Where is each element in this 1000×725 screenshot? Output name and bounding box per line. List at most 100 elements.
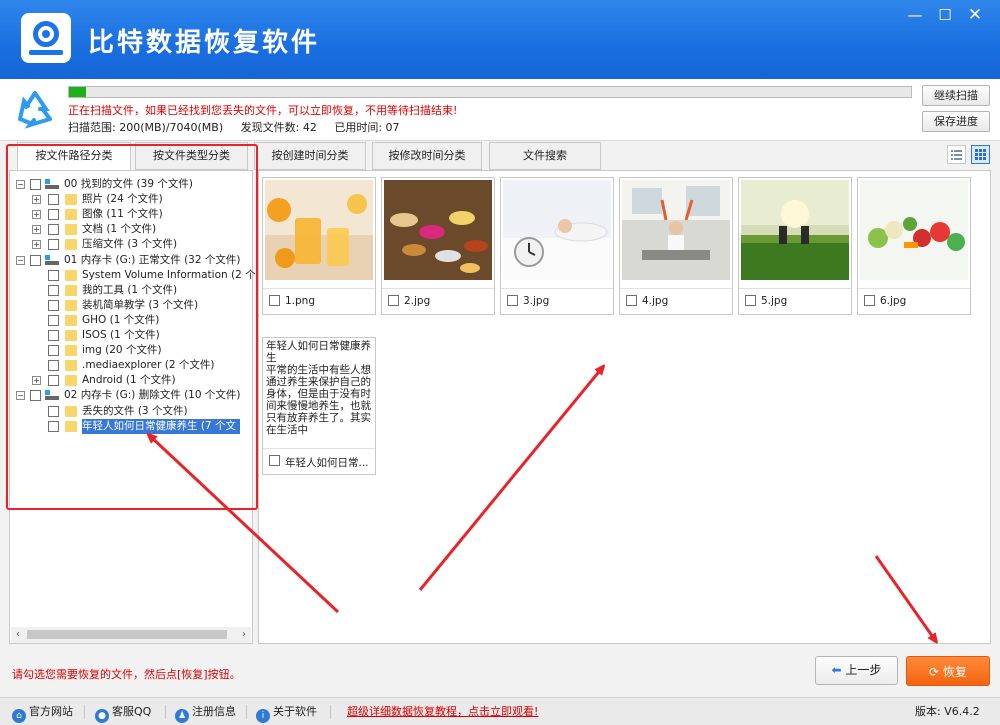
file-card[interactable]: 3.jpg <box>500 177 614 315</box>
tree-item[interactable]: 年轻人如何日常健康养生 (7 个文 <box>10 418 252 434</box>
file-thumbnail <box>265 180 373 280</box>
tree-checkbox[interactable] <box>48 269 59 281</box>
expand-icon[interactable]: + <box>32 240 41 250</box>
file-checkbox[interactable] <box>626 295 637 306</box>
collapse-icon[interactable]: − <box>16 180 25 189</box>
tree-checkbox[interactable] <box>30 179 41 190</box>
tree-item[interactable]: − 01 内存卡 (G:) 正常文件 (32 个文件) <box>10 253 252 268</box>
tree-checkbox[interactable] <box>48 194 59 206</box>
expand-icon[interactable]: + <box>32 225 41 235</box>
tree-item[interactable]: 装机简单教学 (3 个文件) <box>10 298 252 313</box>
tutorial-link[interactable]: 超级详细数据恢复教程，点击立即观看! <box>347 703 538 721</box>
customer-qq-link[interactable]: ● 客服QQ <box>95 703 151 723</box>
expand-icon[interactable]: + <box>32 210 41 220</box>
file-card[interactable]: 2.jpg <box>381 177 495 315</box>
tree-checkbox[interactable] <box>48 314 59 326</box>
tree-checkbox[interactable] <box>48 224 59 236</box>
file-checkbox[interactable] <box>507 295 518 306</box>
file-grid-panel: 1.png 2.jpg 3.jpg 4.jpg 5.jpg 6.jpg 年轻人如何日常健康… <box>258 170 991 644</box>
tree-item[interactable]: + Android (1 个文件) <box>10 373 252 388</box>
file-checkbox[interactable] <box>745 295 756 306</box>
file-name: 4.jpg <box>642 295 669 307</box>
file-card[interactable]: 4.jpg <box>619 177 733 315</box>
tab-by-created-time[interactable]: 按创建时间分类 <box>254 142 366 170</box>
maximize-icon[interactable]: ☐ <box>930 4 960 26</box>
collapse-icon[interactable]: − <box>16 391 25 401</box>
tree-item[interactable]: System Volume Information (2 个文 <box>10 268 266 283</box>
continue-scan-button[interactable]: 继续扫描 <box>922 85 990 106</box>
tree-item[interactable]: + 文档 (1 个文件) <box>10 222 252 237</box>
found-count: 发现文件数: 42 <box>240 121 317 134</box>
tree-item-label: 照片 (24 个文件) <box>82 193 163 206</box>
grid-view-icon[interactable] <box>971 145 990 164</box>
tree-item[interactable]: − 02 内存卡 (G:) 删除文件 (10 个文件) <box>10 388 252 403</box>
previous-step-button[interactable]: ⬅ 上一步 <box>815 656 898 685</box>
tab-by-type[interactable]: 按文件类型分类 <box>135 142 248 170</box>
tree-checkbox[interactable] <box>30 390 41 402</box>
file-card[interactable]: 1.png <box>262 177 376 315</box>
tree-checkbox[interactable] <box>48 239 59 251</box>
tab-file-search[interactable]: 文件搜索 <box>489 142 601 170</box>
tree-item-label: 00 找到的文件 (39 个文件) <box>64 178 193 190</box>
app-title: 比特数据恢复软件 <box>88 28 321 58</box>
home-icon: ⌂ <box>12 709 26 723</box>
tree-item[interactable]: + 图像 (11 个文件) <box>10 207 252 222</box>
official-website-link[interactable]: ⌂ 官方网站 <box>12 703 73 723</box>
tree-checkbox[interactable] <box>48 420 59 432</box>
tree-item[interactable]: .mediaexplorer (2 个文件) <box>10 358 252 373</box>
tree-checkbox[interactable] <box>48 405 59 417</box>
tree-checkbox[interactable] <box>48 299 59 311</box>
tree-item[interactable]: ISOS (1 个文件) <box>10 328 252 343</box>
file-name: 1.png <box>285 295 316 307</box>
tree-item[interactable]: + 压缩文件 (3 个文件) <box>10 237 252 252</box>
list-view-icon[interactable] <box>947 145 966 164</box>
register-info-link[interactable]: ♟ 注册信息 <box>175 703 236 723</box>
file-checkbox[interactable] <box>388 295 399 306</box>
user-icon: ♟ <box>175 709 189 723</box>
collapse-icon[interactable]: − <box>16 255 25 265</box>
folder-icon <box>65 420 77 432</box>
doc-file-card[interactable]: 年轻人如何日常健康养生 平常的生活中有些人想通过养生来保护自己的身体，但是由于没… <box>262 337 376 475</box>
file-thumbnail <box>384 180 492 280</box>
tree-item[interactable]: img (20 个文件) <box>10 343 252 358</box>
tab-by-path[interactable]: 按文件路径分类 <box>17 142 131 170</box>
tree-item[interactable]: + 照片 (24 个文件) <box>10 192 252 207</box>
elapsed-time: 已用时间: 07 <box>334 121 400 134</box>
save-progress-button[interactable]: 保存进度 <box>922 111 990 132</box>
refresh-icon: ⟳ <box>929 665 943 679</box>
expand-icon[interactable]: + <box>32 376 41 386</box>
tree-item-label: .mediaexplorer (2 个文件) <box>82 359 215 372</box>
file-checkbox[interactable] <box>864 295 875 306</box>
status-bar: ⌂ 官方网站 ● 客服QQ ♟ 注册信息 i 关于软件 超级详细数据恢复教程，点击立即观… <box>0 697 1000 725</box>
doc-preview-text: 年轻人如何日常健康养生 平常的生活中有些人想通过养生来保护自己的身体，但是由于没… <box>266 340 371 436</box>
tree-item[interactable]: 我的工具 (1 个文件) <box>10 283 252 298</box>
folder-icon <box>65 239 77 251</box>
file-name: 2.jpg <box>404 295 431 307</box>
tree-item-label: 图像 (11 个文件) <box>82 208 163 221</box>
tab-by-modified-time[interactable]: 按修改时间分类 <box>372 142 482 170</box>
tree-checkbox[interactable] <box>30 254 41 266</box>
tree-checkbox[interactable] <box>48 209 59 221</box>
horizontal-scrollbar[interactable]: ‹ › <box>11 627 251 643</box>
tree-checkbox[interactable] <box>48 330 59 341</box>
tree-checkbox[interactable] <box>48 375 59 387</box>
close-icon[interactable]: ✕ <box>960 4 990 26</box>
file-card[interactable]: 5.jpg <box>738 177 852 315</box>
expand-icon[interactable]: + <box>32 195 41 205</box>
tree-checkbox[interactable] <box>48 360 59 372</box>
tree-item[interactable]: GHO (1 个文件) <box>10 313 252 328</box>
recover-button[interactable]: ⟳ 恢复 <box>906 656 990 686</box>
tree-checkbox[interactable] <box>48 345 59 357</box>
scroll-right-icon[interactable]: › <box>237 627 251 643</box>
scan-range: 扫描范围: 200(MB)/7040(MB) <box>68 121 224 134</box>
file-checkbox[interactable] <box>269 455 280 466</box>
about-software-link[interactable]: i 关于软件 <box>256 703 317 723</box>
minimize-icon[interactable]: — <box>900 4 930 26</box>
tree-checkbox[interactable] <box>48 284 59 296</box>
file-checkbox[interactable] <box>269 295 280 306</box>
tree-item[interactable]: − 00 找到的文件 (39 个文件) <box>10 177 252 192</box>
file-card[interactable]: 6.jpg <box>857 177 971 315</box>
scroll-left-icon[interactable]: ‹ <box>11 627 25 643</box>
scrollbar-thumb[interactable] <box>27 630 227 639</box>
tree-item[interactable]: 丢失的文件 (3 个文件) <box>10 404 252 419</box>
